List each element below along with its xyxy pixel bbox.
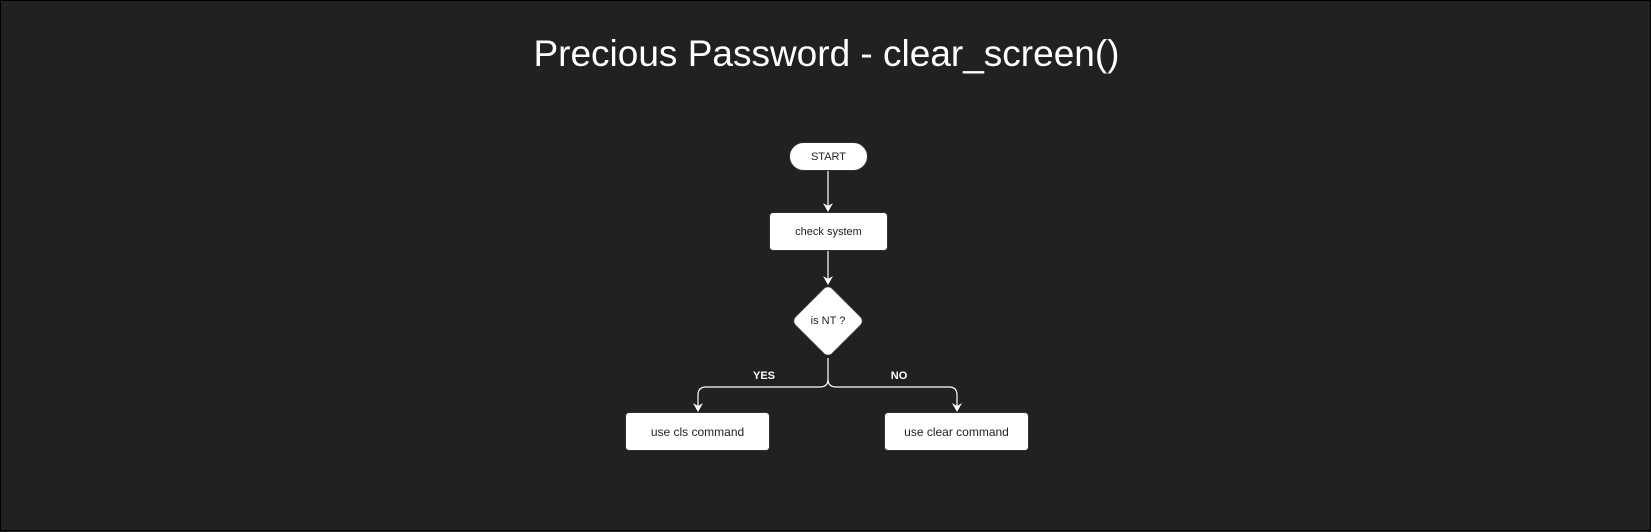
start-node: START: [789, 142, 868, 171]
no-label: NO: [890, 370, 908, 382]
check-system-node: check system: [769, 212, 888, 251]
yes-label: YES: [752, 370, 776, 382]
edge-decision-yes: [693, 358, 829, 412]
edge-decision-no: [827, 378, 962, 412]
use-cls-node: use cls command: [625, 412, 770, 451]
use-clear-node: use clear command: [884, 412, 1029, 451]
connectors: [693, 171, 962, 412]
decision-label: is NT ?: [810, 315, 846, 327]
